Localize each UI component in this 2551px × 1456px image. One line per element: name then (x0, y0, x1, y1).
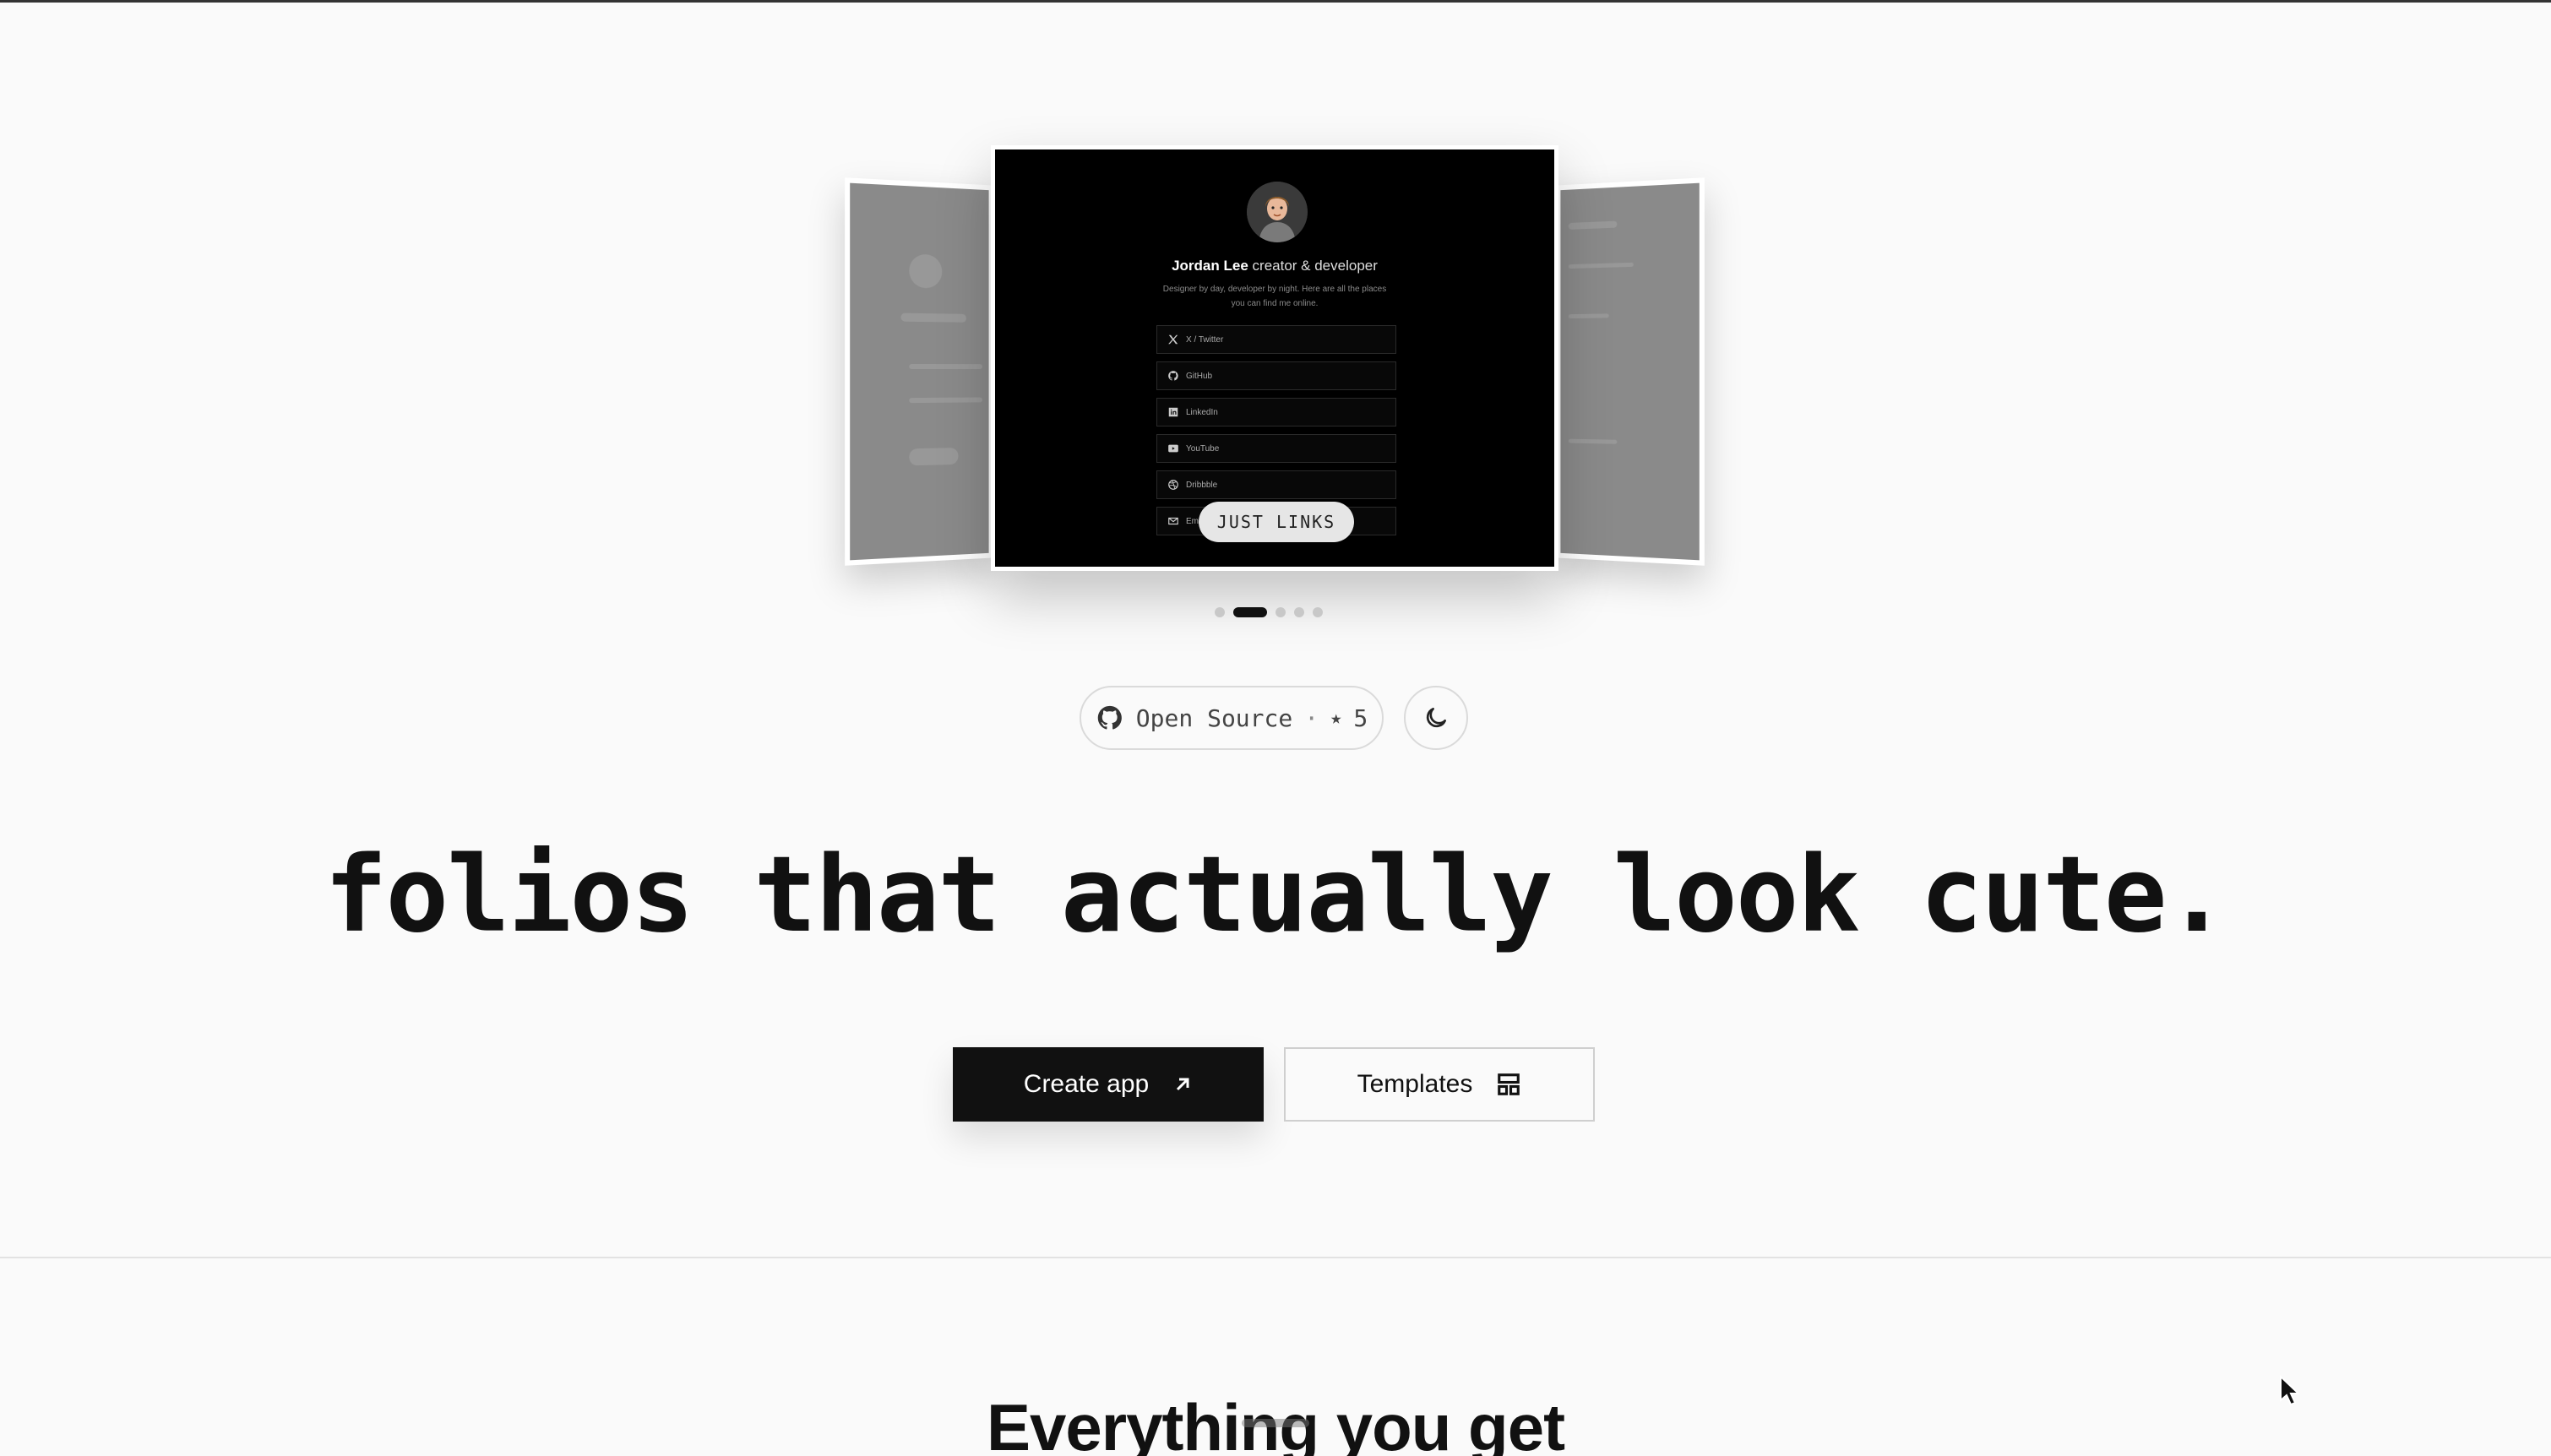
dribbble-icon (1168, 480, 1178, 490)
template-carousel[interactable]: Jordan Lee creator & developer Designer … (0, 0, 2551, 642)
youtube-icon (1168, 444, 1178, 453)
link-label: GitHub (1186, 371, 1213, 381)
github-icon (1097, 705, 1122, 730)
profile-name-text: Jordan Lee (1172, 258, 1248, 274)
mouse-cursor-icon (2280, 1375, 2301, 1406)
profile-bio: Designer by day, developer by night. Her… (1162, 285, 1387, 308)
hero-headline: folios that actually look cute. (324, 834, 2228, 956)
link-label: Dribbble (1186, 480, 1218, 490)
templates-button[interactable]: Templates (1284, 1047, 1595, 1122)
layout-icon (1498, 1073, 1520, 1095)
templates-label: Templates (1357, 1070, 1473, 1098)
open-source-button[interactable]: Open Source · ★ 5 (1080, 686, 1384, 750)
star-icon: ★ (1330, 707, 1342, 729)
carousel-slide-active[interactable]: Jordan Lee creator & developer Designer … (991, 145, 1558, 571)
avatar (1247, 182, 1308, 242)
profile-name: Jordan Lee creator & developer (995, 258, 1554, 274)
carousel-dots (1215, 607, 1323, 617)
link-label: X / Twitter (1186, 334, 1224, 345)
create-app-label: Create app (1023, 1070, 1150, 1098)
link-row-twitter[interactable]: X / Twitter (1156, 325, 1396, 354)
carousel-dot[interactable] (1313, 607, 1323, 617)
section-divider (0, 1257, 2551, 1258)
moon-icon (1426, 708, 1446, 728)
separator: · (1304, 704, 1319, 732)
x-icon (1168, 334, 1178, 345)
template-name-pill: JUST LINKS (1199, 502, 1354, 542)
link-row-linkedin[interactable]: LinkedIn (1156, 398, 1396, 426)
scroll-indicator[interactable] (1242, 1419, 1309, 1427)
create-app-button[interactable]: Create app (953, 1047, 1264, 1122)
carousel-slide-next[interactable] (1555, 177, 1705, 566)
star-count: 5 (1353, 704, 1368, 732)
mail-icon (1168, 517, 1178, 525)
link-row-github[interactable]: GitHub (1156, 361, 1396, 390)
open-source-label: Open Source (1135, 704, 1293, 732)
link-label: YouTube (1186, 443, 1220, 454)
carousel-dot-active[interactable] (1233, 607, 1267, 617)
linkedin-icon (1168, 407, 1178, 417)
carousel-dot[interactable] (1276, 607, 1286, 617)
carousel-dot[interactable] (1294, 607, 1304, 617)
link-row-dribbble[interactable]: Dribbble (1156, 470, 1396, 499)
profile-role: creator & developer (1252, 258, 1378, 274)
theme-toggle-button[interactable] (1404, 686, 1468, 750)
github-icon (1168, 371, 1178, 381)
carousel-dot[interactable] (1215, 607, 1225, 617)
carousel-slide-prev[interactable] (845, 177, 994, 566)
arrow-up-right-icon (1177, 1078, 1189, 1091)
link-label: LinkedIn (1186, 407, 1218, 417)
link-row-youtube[interactable]: YouTube (1156, 434, 1396, 463)
